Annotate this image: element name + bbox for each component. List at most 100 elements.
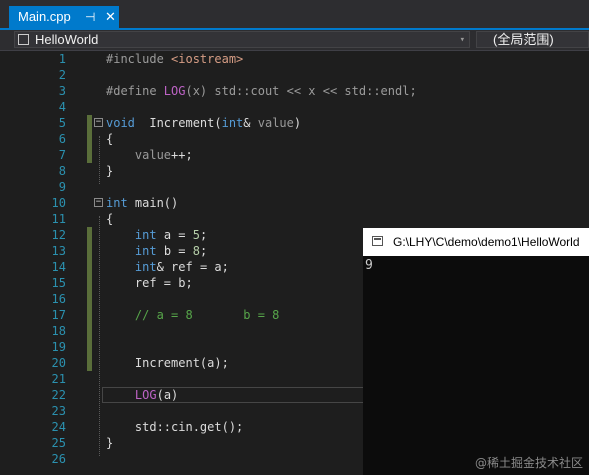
code-token: <iostream> (171, 52, 244, 66)
code-token: 5 (192, 228, 200, 242)
code-text: int b = 8; (106, 243, 207, 259)
line-number: 23 (51, 404, 66, 418)
line-number: 1 (58, 52, 66, 66)
line-number: 16 (51, 292, 66, 306)
code-token: a = (156, 228, 193, 242)
code-token: int (134, 260, 157, 274)
change-marker (87, 115, 92, 131)
code-token: int (106, 196, 128, 210)
code-token: Increment(a); (106, 356, 229, 370)
code-token: LOG (163, 84, 186, 98)
chevron-down-icon: ▾ (459, 35, 465, 45)
line-number: 7 (58, 148, 66, 162)
code-text: ref = b; (106, 275, 193, 291)
code-token: ; (199, 244, 208, 258)
code-token: { (106, 132, 114, 146)
line-number: 19 (51, 340, 66, 354)
code-text: { (106, 211, 113, 227)
code-line[interactable]: 6{ (0, 131, 589, 147)
line-number: 6 (58, 132, 66, 146)
line-number: 13 (51, 244, 66, 258)
console-title-bar[interactable]: G:\LHY\C\demo\demo1\HelloWorld (363, 228, 589, 256)
pin-icon[interactable]: ⊣ (85, 6, 95, 28)
line-number: 10 (51, 196, 66, 210)
code-token: #define (106, 84, 164, 98)
code-line[interactable]: 5 void Increment(int& value) (0, 115, 589, 131)
code-line[interactable]: 10 int main() (0, 195, 589, 211)
code-line[interactable]: 11 { (0, 211, 589, 227)
line-number: 20 (51, 356, 66, 370)
console-title: G:\LHY\C\demo\demo1\HelloWorld (393, 235, 580, 249)
collapse-icon[interactable] (94, 118, 103, 127)
code-token: std::cin.get(); (106, 420, 244, 434)
code-token: ; (199, 228, 208, 242)
code-token: ++; (171, 148, 193, 162)
code-text: } (106, 163, 113, 179)
line-number: 11 (51, 212, 66, 226)
line-number: 5 (58, 116, 66, 130)
line-number: 21 (51, 372, 66, 386)
code-token: main() (127, 196, 179, 210)
code-token: void (106, 116, 135, 130)
code-line[interactable]: 3 #define LOG(x) std::cout << x << std::e… (0, 83, 589, 99)
current-line-highlight (102, 387, 370, 403)
code-token: // a = 8 b = 8 (134, 308, 280, 322)
change-marker (87, 307, 92, 323)
code-text: } (106, 435, 113, 451)
code-text: int a = 5; (106, 227, 207, 243)
project-dropdown[interactable]: HelloWorld ▾ (14, 31, 470, 48)
close-icon[interactable]: ✕ (105, 6, 116, 28)
line-number: 9 (58, 180, 66, 194)
code-token: value (257, 116, 294, 130)
code-text: { (106, 131, 113, 147)
code-line[interactable]: 1 #include <iostream> (0, 51, 589, 67)
line-number: 12 (51, 228, 66, 242)
tab-bar: Main.cpp ⊣ ✕ (0, 0, 589, 28)
line-number: 2 (58, 68, 66, 82)
code-text: // a = 8 b = 8 (106, 307, 280, 323)
change-marker (87, 323, 92, 339)
tab-filename: Main.cpp (18, 9, 71, 24)
code-token: int (134, 228, 157, 242)
watermark: @稀土掘金技术社区 (474, 456, 583, 470)
code-token: Increment( (134, 116, 222, 130)
change-marker (87, 131, 92, 147)
code-line[interactable]: 7 value++; (0, 147, 589, 163)
code-text: #include <iostream> (106, 51, 243, 67)
code-token: int (221, 116, 244, 130)
console-window[interactable]: G:\LHY\C\demo\demo1\HelloWorld 9 (363, 228, 589, 475)
code-text: int main() (106, 195, 178, 211)
change-marker (87, 275, 92, 291)
code-token: & ref = a; (156, 260, 229, 274)
tab-main-cpp[interactable]: Main.cpp ⊣ ✕ (9, 6, 119, 28)
line-number: 24 (51, 420, 66, 434)
code-line[interactable]: 9 (0, 179, 589, 195)
line-number: 3 (58, 84, 66, 98)
change-marker (87, 259, 92, 275)
code-token: #include (106, 52, 172, 66)
code-token: } (106, 436, 114, 450)
code-token: ) (293, 116, 302, 130)
code-text: Increment(a); (106, 355, 229, 371)
change-marker (87, 147, 92, 163)
line-number: 18 (51, 324, 66, 338)
line-number: 26 (51, 452, 66, 466)
code-token: b = (156, 244, 193, 258)
change-marker (87, 227, 92, 243)
change-marker (87, 355, 92, 371)
console-output: 9 (365, 258, 373, 273)
code-line[interactable]: 4 (0, 99, 589, 115)
line-number: 4 (58, 100, 66, 114)
code-text: std::cin.get(); (106, 419, 243, 435)
code-line[interactable]: 8} (0, 163, 589, 179)
code-line[interactable]: 2 (0, 67, 589, 83)
project-icon (18, 34, 29, 45)
collapse-icon[interactable] (94, 198, 103, 207)
code-token: { (106, 212, 114, 226)
scope-dropdown[interactable]: (全局范围) (476, 31, 589, 48)
line-number: 17 (51, 308, 66, 322)
code-token: (x) std::cout << x << std::endl; (185, 84, 417, 98)
